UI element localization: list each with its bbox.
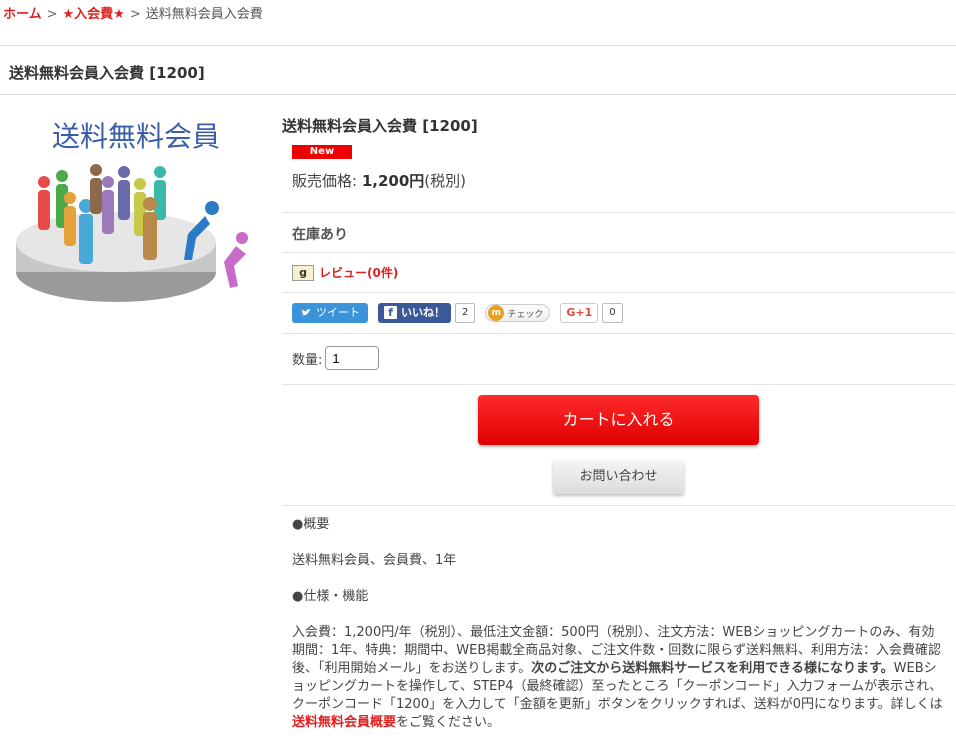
review-label: レビュー(0件)	[319, 266, 399, 280]
divider	[282, 333, 954, 334]
divider	[282, 505, 954, 506]
page-title: 送料無料会員入会費 [1200]	[9, 64, 205, 82]
price: 販売価格: 1,200円(税別)	[292, 170, 466, 191]
free-shipping-link[interactable]: 送料無料会員概要	[292, 715, 396, 730]
review-link[interactable]: g レビュー(0件)	[292, 264, 398, 281]
breadcrumb-current: 送料無料会員入会費	[145, 7, 263, 22]
mixi-icon: m	[488, 305, 505, 321]
breadcrumb-separator: >	[129, 7, 141, 22]
spec-body-3: をご覧ください。	[396, 715, 501, 730]
quantity-row: 数量:	[292, 346, 380, 370]
like-count: 2	[455, 303, 476, 323]
spec-body-bold: 次のご注文から送料無料サービスを利用できる様になります。	[531, 661, 894, 676]
price-tax: (税別)	[424, 172, 467, 190]
like-label: いいね！	[401, 306, 445, 319]
product-description: ●概要 送料無料会員、会員費、1年 ●仕様・機能 入会費：1,200円/年（税別…	[292, 516, 944, 750]
overview-heading: ●概要	[292, 517, 330, 532]
overview-text: 送料無料会員、会員費、1年	[292, 553, 457, 568]
add-to-cart-button[interactable]: カートに入れる	[478, 395, 759, 445]
tweet-label: ツイート	[316, 306, 360, 319]
facebook-like-button[interactable]: f いいね！	[378, 303, 451, 323]
tweet-button[interactable]: ツイート	[292, 303, 368, 323]
divider	[282, 212, 954, 213]
image-caption: 送料無料会員	[52, 121, 220, 152]
breadcrumb-separator: >	[46, 7, 58, 22]
breadcrumb: ホーム > ★入会費★ > 送料無料会員入会費	[3, 3, 263, 22]
spec-heading: ●仕様・機能	[292, 589, 369, 604]
product-image: 送料無料会員	[10, 112, 260, 312]
google-plus-button[interactable]: G+1	[560, 303, 599, 323]
like-group: f いいね！ 2	[378, 303, 476, 323]
facebook-icon: f	[384, 306, 397, 319]
gplus-count: 0	[602, 303, 623, 323]
mixi-label: チェック	[507, 309, 544, 320]
spec-text: 入会費：1,200円/年（税別）、最低注文金額：500円（税別）、注文方法：WE…	[292, 624, 944, 732]
product-title: 送料無料会員入会費 [1200]	[282, 117, 478, 135]
divider	[282, 292, 954, 293]
breadcrumb-category-link[interactable]: ★入会費★	[63, 7, 125, 22]
price-value: 1,200円	[361, 172, 425, 190]
mixi-check-button[interactable]: m チェック	[485, 304, 551, 322]
divider	[282, 384, 954, 385]
breadcrumb-home-link[interactable]: ホーム	[3, 7, 42, 22]
divider	[0, 45, 956, 46]
price-label: 販売価格:	[292, 172, 358, 190]
quantity-label: 数量:	[292, 352, 323, 368]
stock-status: 在庫あり	[292, 227, 348, 243]
divider	[282, 252, 954, 253]
social-buttons: ツイート f いいね！ 2 m チェック G+1 0	[292, 303, 623, 323]
quantity-input[interactable]	[325, 346, 380, 370]
twitter-bird-icon	[301, 309, 311, 316]
divider	[0, 94, 956, 95]
new-badge: New	[292, 145, 352, 159]
review-icon: g	[292, 264, 314, 281]
gplus-group: G+1 0	[560, 303, 623, 323]
inquiry-button[interactable]: お問い合わせ	[553, 460, 684, 494]
